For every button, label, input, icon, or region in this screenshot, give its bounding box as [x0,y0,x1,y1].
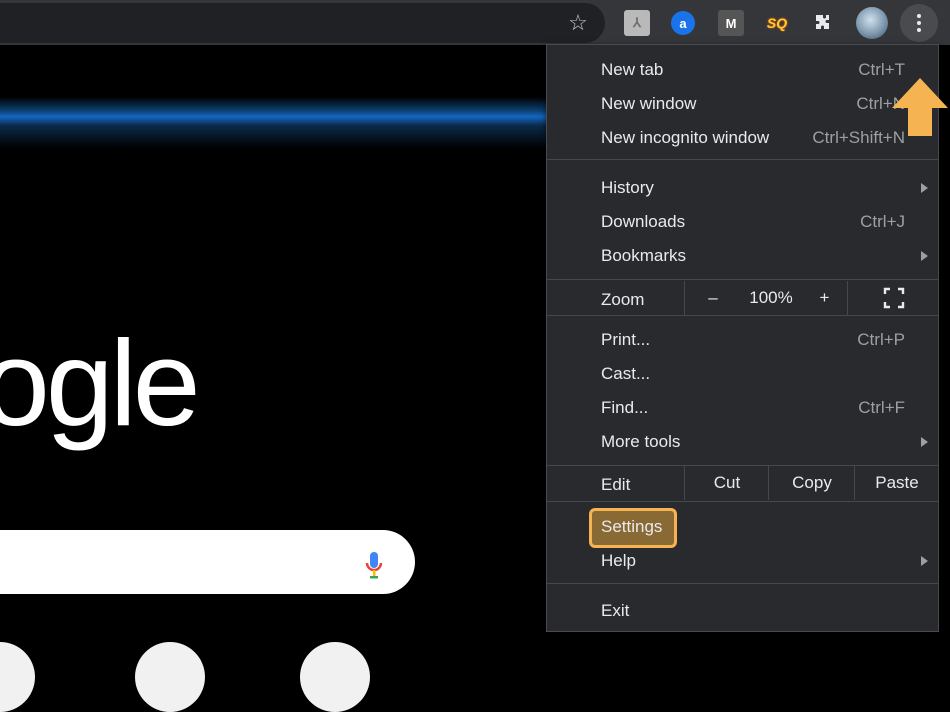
zoom-level: 100% [740,281,802,315]
cut-button[interactable]: Cut [684,466,769,500]
menu-divider [547,583,938,584]
minus-icon: – [708,288,718,307]
more-menu-button[interactable] [900,4,938,42]
menu-item-label: New incognito window [601,128,770,147]
dot-icon [917,21,921,25]
menu-item-label: Bookmarks [601,246,687,265]
menu-divider [547,315,938,316]
browser-toolbar: ☆ ⅄ a M SQ [0,0,950,45]
arrow-up-icon [892,78,948,136]
microphone-icon[interactable] [364,550,384,580]
menu-item-settings[interactable]: Settings [547,510,938,544]
menu-item-label: Help [601,551,636,570]
menu-item-bookmarks[interactable]: Bookmarks [547,239,938,273]
plus-icon: + [819,288,830,307]
zoom-row: Zoom – 100% + [547,281,938,315]
menu-item-label: Settings [601,517,663,536]
menu-item-more-tools[interactable]: More tools [547,425,938,459]
submenu-arrow-icon [921,556,928,566]
menu-item-downloads[interactable]: Downloads Ctrl+J [547,205,938,239]
shortcut-tile[interactable] [0,642,35,712]
chrome-main-menu: New tab Ctrl+T New window Ctrl+N New inc… [546,44,939,632]
dot-icon [917,14,921,18]
sq-extension-icon[interactable]: SQ [764,10,790,36]
zoom-out-button[interactable]: – [684,281,741,315]
submenu-arrow-icon [921,437,928,447]
menu-item-new-incognito[interactable]: New incognito window Ctrl+Shift+N [547,121,938,155]
paste-button[interactable]: Paste [854,466,939,500]
paste-label: Paste [875,473,919,492]
menu-item-label: Exit [601,601,630,620]
shortcut-text: Ctrl+F [858,398,905,417]
search-box[interactable] [0,530,415,594]
zoom-label: Zoom [601,290,645,309]
puzzle-extensions-icon[interactable] [810,10,836,36]
profile-avatar[interactable] [856,7,888,39]
menu-divider [547,501,938,502]
zoom-value: 100% [749,288,793,307]
menu-divider [547,279,938,280]
menu-item-new-tab[interactable]: New tab Ctrl+T [547,53,938,87]
menu-item-label: New tab [601,60,664,79]
menu-item-exit[interactable]: Exit [547,594,938,628]
menu-item-cast[interactable]: Cast... [547,357,938,391]
menu-divider [547,159,938,160]
doodle-band [0,97,550,149]
menu-item-label: History [601,178,654,197]
menu-item-new-window[interactable]: New window Ctrl+N [547,87,938,121]
menu-item-label: Cast... [601,364,651,383]
cut-label: Cut [713,473,741,492]
shortcut-text: Ctrl+P [857,330,905,349]
copy-button[interactable]: Copy [768,466,855,500]
menu-item-label: Downloads [601,212,686,231]
edit-label: Edit [601,475,631,494]
address-bar[interactable] [0,3,605,43]
fullscreen-button[interactable] [847,281,939,315]
pdf-extension-icon[interactable]: ⅄ [624,10,650,36]
edit-row: Edit Cut Copy Paste [547,466,938,500]
shortcut-tile[interactable] [135,642,205,712]
submenu-arrow-icon [921,183,928,193]
menu-item-find[interactable]: Find... Ctrl+F [547,391,938,425]
zoom-in-button[interactable]: + [802,281,847,315]
menu-item-label: Print... [601,330,651,349]
shortcut-tile[interactable] [300,642,370,712]
shortcut-text: Ctrl+T [858,60,905,79]
menu-item-print[interactable]: Print... Ctrl+P [547,323,938,357]
amazon-extension-icon[interactable]: a [671,11,695,35]
fullscreen-icon [883,287,904,309]
menu-item-label: More tools [601,432,681,451]
m-extension-icon[interactable]: M [718,10,744,36]
menu-item-label: New window [601,94,697,113]
menu-item-history[interactable]: History [547,171,938,205]
dot-icon [917,28,921,32]
copy-label: Copy [792,473,832,492]
menu-item-help[interactable]: Help [547,544,938,578]
shortcut-text: Ctrl+J [860,212,905,231]
menu-item-label: Find... [601,398,649,417]
star-icon[interactable]: ☆ [562,8,594,40]
google-logo: ogle [0,315,201,451]
submenu-arrow-icon [921,251,928,261]
